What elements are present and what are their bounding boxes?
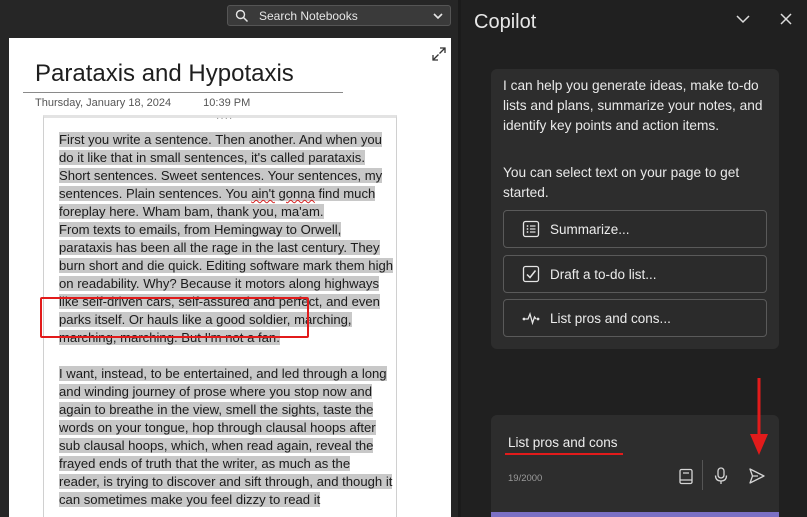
compose-accent-bar bbox=[491, 512, 779, 517]
paragraph-2-text: From texts to emails, from Hemingway to … bbox=[59, 222, 394, 345]
list-pros-cons-label: List pros and cons... bbox=[550, 310, 671, 326]
expand-icon[interactable] bbox=[432, 47, 446, 61]
summarize-button[interactable]: Summarize... bbox=[503, 210, 767, 248]
copilot-intro-select: You can select text on your page to get … bbox=[503, 165, 740, 200]
onenote-window: Search Notebooks Parataxis and Hypotaxis… bbox=[0, 0, 807, 517]
notebook-area: Search Notebooks Parataxis and Hypotaxis… bbox=[0, 0, 458, 517]
list-icon bbox=[522, 220, 540, 238]
notebook-icon[interactable] bbox=[678, 468, 694, 485]
copilot-compose-box[interactable]: List pros and cons 19/2000 bbox=[491, 415, 779, 517]
draft-todo-label: Draft a to-do list... bbox=[550, 266, 657, 282]
compose-input[interactable]: List pros and cons bbox=[508, 435, 618, 450]
container-handle[interactable]: ···· bbox=[216, 114, 233, 124]
annotation-underline bbox=[505, 453, 623, 455]
paragraph-3-text: I want, instead, to be entertained, and … bbox=[59, 366, 393, 507]
paragraph-1: First you write a sentence. Then another… bbox=[59, 131, 394, 221]
summarize-label: Summarize... bbox=[550, 221, 630, 237]
copilot-intro: I can help you generate ideas, make to-d… bbox=[503, 78, 763, 133]
page-time: 10:39 PM bbox=[203, 97, 251, 109]
page-date: Thursday, January 18, 2024 bbox=[35, 97, 172, 109]
list-pros-cons-button[interactable]: List pros and cons... bbox=[503, 299, 767, 337]
copilot-title: Copilot bbox=[474, 11, 537, 33]
send-icon[interactable] bbox=[748, 467, 766, 485]
search-icon bbox=[235, 9, 249, 22]
title-underline bbox=[23, 92, 343, 93]
note-container[interactable]: ···· First you write a sentence. Then an… bbox=[43, 114, 397, 517]
close-icon[interactable] bbox=[778, 11, 794, 27]
character-count: 19/2000 bbox=[508, 473, 543, 484]
pulse-icon bbox=[522, 311, 540, 326]
paragraph-2: From texts to emails, from Hemingway to … bbox=[59, 221, 394, 347]
spelling-error-word[interactable]: gonna bbox=[278, 186, 315, 201]
search-placeholder: Search Notebooks bbox=[259, 8, 358, 23]
note-page: Parataxis and Hypotaxis Thursday, Januar… bbox=[9, 38, 451, 517]
draft-todo-button[interactable]: Draft a to-do list... bbox=[503, 255, 767, 293]
note-text[interactable]: First you write a sentence. Then another… bbox=[59, 131, 394, 509]
chevron-down-icon[interactable] bbox=[432, 10, 444, 22]
chevron-down-icon[interactable] bbox=[735, 11, 751, 27]
spelling-error-word[interactable]: ain't bbox=[251, 186, 275, 201]
page-meta: Thursday, January 18, 2024 10:39 PM bbox=[35, 97, 250, 109]
copilot-pane: Copilot I can help you generate ideas, m… bbox=[461, 0, 807, 517]
checkbox-icon bbox=[522, 265, 540, 283]
search-notebooks-box[interactable]: Search Notebooks bbox=[227, 5, 451, 26]
microphone-icon[interactable] bbox=[713, 467, 729, 485]
page-title[interactable]: Parataxis and Hypotaxis bbox=[35, 60, 294, 88]
compose-separator bbox=[702, 460, 703, 490]
copilot-suggestions-card: I can help you generate ideas, make to-d… bbox=[491, 69, 779, 349]
paragraph-3: I want, instead, to be entertained, and … bbox=[59, 365, 394, 509]
